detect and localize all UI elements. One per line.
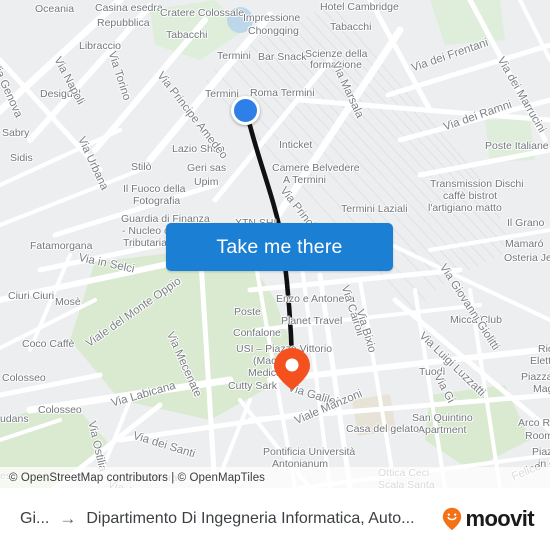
moovit-map-screen: .road-c { stroke:#ffffff; fill:none; str… — [0, 0, 550, 550]
moovit-wordmark: moovit — [465, 506, 534, 531]
current-location-dot[interactable] — [231, 96, 260, 125]
map-attribution: © OpenStreetMap contributors | © OpenMap… — [0, 467, 550, 488]
moovit-pin-icon — [443, 507, 462, 531]
attribution-text: © OpenStreetMap contributors | © OpenMap… — [9, 471, 266, 484]
arrow-right-icon: → — [59, 509, 77, 528]
origin-label: Gi... — [20, 510, 50, 527]
moovit-logo[interactable]: moovit — [432, 506, 535, 532]
take-me-there-button[interactable]: Take me there — [166, 223, 393, 271]
footer-bar: Gi... → Dipartimento Di Ingegneria Infor… — [0, 488, 550, 550]
map-canvas[interactable]: .road-c { stroke:#ffffff; fill:none; str… — [0, 0, 550, 488]
route-summary[interactable]: Gi... → Dipartimento Di Ingegneria Infor… — [20, 509, 432, 529]
destination-pin[interactable] — [273, 347, 311, 391]
destination-label: Dipartimento Di Ingegneria Informatica, … — [86, 510, 415, 527]
